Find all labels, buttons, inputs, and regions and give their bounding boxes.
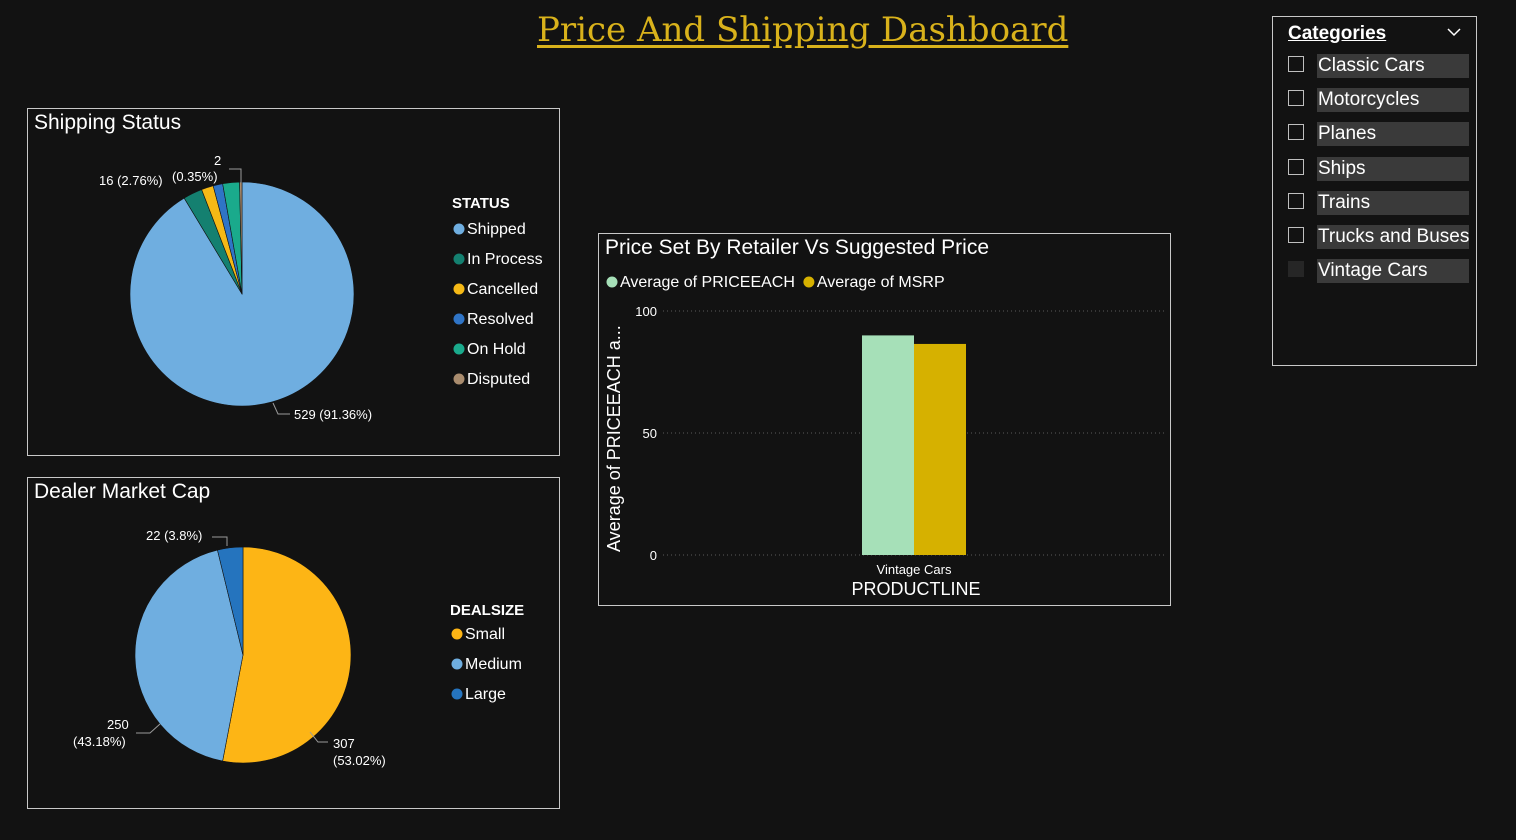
legend-marker-in-process: [453, 253, 465, 265]
slicer-title: Categories: [1288, 23, 1387, 44]
x-axis-label: PRODUCTLINE: [851, 579, 980, 599]
large-data-label: 22 (3.8%): [146, 528, 202, 543]
price-comparison-panel: Price Set By Retailer Vs Suggested Price…: [598, 233, 1171, 606]
legend-marker-cancelled: [453, 283, 465, 295]
y-tick-label-50: 50: [643, 426, 657, 441]
checkbox[interactable]: [1288, 56, 1304, 72]
x-tick-label-vintage-cars: Vintage Cars: [877, 562, 952, 577]
legend-label-average-of-msrp[interactable]: Average of MSRP: [817, 274, 945, 291]
slicer-item-vintage-cars[interactable]: Vintage Cars: [1288, 259, 1469, 283]
slicer-item-planes[interactable]: Planes: [1288, 122, 1469, 146]
legend-marker-small: [451, 628, 463, 640]
dealer-legend-title: DEALSIZE: [450, 602, 524, 619]
chevron-down-icon[interactable]: [1446, 26, 1462, 38]
legend-marker-medium: [451, 658, 463, 670]
dashboard-title: Price And Shipping Dashboard: [537, 10, 1069, 50]
legend-label-large[interactable]: Large: [465, 686, 506, 703]
legend-label-shipped[interactable]: Shipped: [467, 221, 526, 238]
legend-marker-shipped: [453, 223, 465, 235]
slicer-item-label: Ships: [1317, 157, 1469, 181]
y-tick-label-0: 0: [650, 548, 657, 563]
shipping-status-chart: 529 (91.36%) 16 (2.76%) (0.35%) 2 STATUS…: [99, 153, 543, 422]
shipping-status-panel: Shipping Status 529 (91.36%) 16 (2.76%) …: [27, 108, 560, 456]
cancelled-data-label: (0.35%): [172, 169, 218, 184]
legend-marker-resolved: [453, 313, 465, 325]
small-data-label-percent: (53.02%): [333, 753, 386, 768]
shipped-data-label: 529 (91.36%): [294, 407, 372, 422]
shipped-leader-line: [272, 402, 290, 415]
in-process-data-label: 16 (2.76%): [99, 173, 163, 188]
slicer-item-label: Vintage Cars: [1317, 259, 1469, 283]
legend-label-cancelled[interactable]: Cancelled: [467, 281, 538, 298]
slicer-item-ships[interactable]: Ships: [1288, 157, 1469, 181]
legend-marker-on-hold: [453, 343, 465, 355]
dealer-market-cap-panel: Dealer Market Cap 22 (3.8%) 250 (43.18%)…: [27, 477, 560, 809]
slicer-item-label: Trucks and Buses: [1317, 225, 1469, 249]
legend-label-resolved[interactable]: Resolved: [467, 311, 534, 328]
checkbox[interactable]: [1288, 193, 1304, 209]
categories-slicer: Categories Classic Cars Motorcycles Planes…: [1272, 16, 1477, 366]
medium-leader-line: [136, 723, 161, 734]
slicer-item-trucks-and-buses[interactable]: Trucks and Buses: [1288, 225, 1469, 249]
medium-data-label-percent: (43.18%): [73, 734, 126, 749]
legend-label-average-of-priceeach[interactable]: Average of PRICEEACH: [620, 274, 795, 291]
checkbox[interactable]: [1288, 261, 1304, 277]
slicer-item-classic-cars[interactable]: Classic Cars: [1288, 54, 1469, 78]
checkbox[interactable]: [1288, 124, 1304, 140]
legend-label-medium[interactable]: Medium: [465, 656, 522, 673]
price-comparison-chart: Average of PRICEEACH Average of MSRP 0 50 1…: [604, 274, 1164, 599]
slicer-item-label: Motorcycles: [1317, 88, 1469, 112]
small-data-label-value: 307: [333, 736, 355, 751]
bar-average-of-msrp-vintage-cars[interactable]: [914, 343, 966, 555]
legend-marker-average-of-msrp: [803, 276, 815, 288]
legend-label-disputed[interactable]: Disputed: [467, 371, 530, 388]
legend-label-on-hold[interactable]: On Hold: [467, 341, 526, 358]
slicer-item-label: Classic Cars: [1317, 54, 1469, 78]
legend-marker-large: [451, 688, 463, 700]
checkbox[interactable]: [1288, 227, 1304, 243]
checkbox[interactable]: [1288, 90, 1304, 106]
slicer-item-label: Planes: [1317, 122, 1469, 146]
disputed-data-label: 2: [214, 153, 221, 168]
medium-data-label-value: 250: [107, 717, 129, 732]
legend-marker-disputed: [453, 373, 465, 385]
slicer-item-trains[interactable]: Trains: [1288, 191, 1469, 215]
slicer-item-label: Trains: [1317, 191, 1469, 215]
y-tick-label-100: 100: [635, 304, 657, 319]
bar-average-of-priceeach-vintage-cars[interactable]: [862, 335, 914, 555]
large-leader-line: [212, 536, 228, 546]
checkbox[interactable]: [1288, 159, 1304, 175]
disputed-leader-line-2: [229, 168, 242, 183]
legend-label-in-process[interactable]: In Process: [467, 251, 543, 268]
dealer-market-cap-chart: 22 (3.8%) 250 (43.18%) 307 (53.02%) DEAL…: [73, 528, 524, 768]
slicer-item-motorcycles[interactable]: Motorcycles: [1288, 88, 1469, 112]
shipping-legend-title: STATUS: [452, 195, 510, 212]
legend-marker-average-of-priceeach: [606, 276, 618, 288]
y-axis-label: Average of PRICEEACH a...: [604, 325, 624, 552]
legend-label-small[interactable]: Small: [465, 626, 505, 643]
